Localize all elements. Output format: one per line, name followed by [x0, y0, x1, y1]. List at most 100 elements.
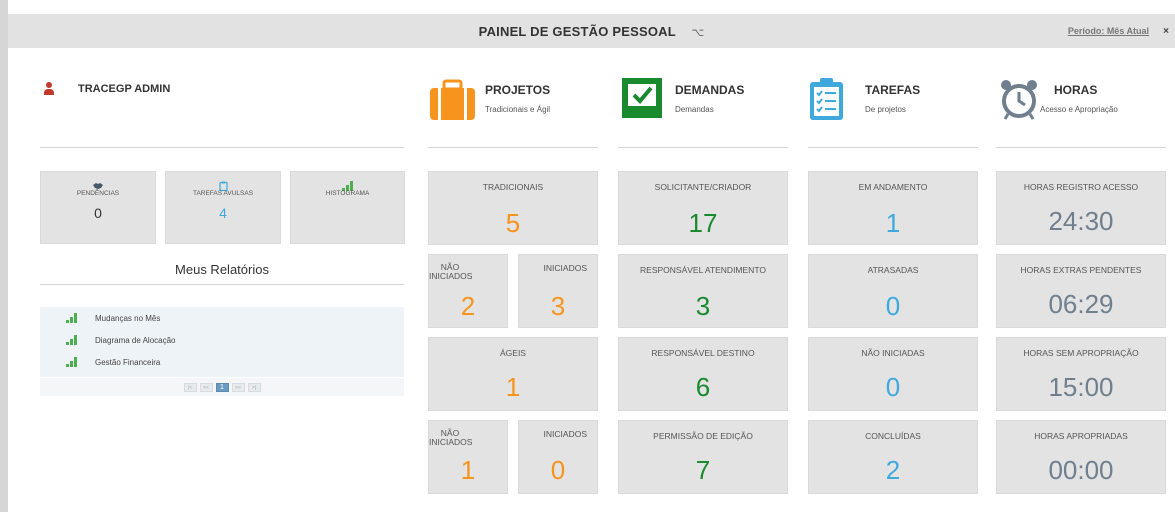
user-name: TRACEGP ADMIN	[78, 83, 171, 95]
tile-value: 5	[505, 208, 521, 238]
divider	[618, 147, 788, 148]
section-title: TAREFAS	[865, 83, 921, 97]
tarefa-tile[interactable]: EM ANDAMENTO 1	[808, 171, 978, 245]
tile-label: ÁGEIS	[500, 348, 526, 358]
bar-chart-icon	[66, 357, 77, 367]
report-item[interactable]: Gestão Financeira	[40, 351, 404, 373]
ageis-iniciados-tile[interactable]: INICIADOS 0	[518, 420, 598, 494]
section-projetos[interactable]: PROJETOS Tradicionais e Ágil	[430, 78, 550, 120]
trad-nao-iniciados-tile[interactable]: NÃO INICIADOS 2	[428, 254, 508, 328]
section-title: DEMANDAS	[675, 83, 745, 97]
tile-label: NÃO INICIADOS	[429, 262, 473, 281]
left-frame-strip	[0, 0, 8, 512]
tarefa-tile[interactable]: ATRASADAS 0	[808, 254, 978, 328]
section-subtitle: Acesso e Apropriação	[1040, 105, 1118, 114]
reports-pager: |< << 1 >> >|	[40, 378, 404, 396]
report-item-label: Diagrama de Alocação	[95, 335, 176, 345]
pendencias-value: 0	[94, 205, 102, 221]
hora-tile[interactable]: HORAS APROPRIADAS 00:00	[996, 420, 1166, 494]
tile-value: 0	[885, 372, 901, 402]
section-subtitle: Demandas	[675, 105, 714, 114]
clipboard-icon	[166, 178, 280, 192]
report-item-label: Mudanças no Mês	[95, 313, 161, 323]
pendencias-tile[interactable]: PENDÊNCIAS 0	[40, 171, 156, 244]
pendencias-label: PENDÊNCIAS	[76, 190, 120, 197]
close-icon[interactable]: ×	[1163, 26, 1169, 37]
tradicionais-tile[interactable]: TRADICIONAIS 5	[428, 171, 598, 245]
histograma-tile[interactable]: HISTOGRAMA	[290, 171, 405, 244]
tile-value: 2	[885, 455, 901, 485]
hora-tile[interactable]: HORAS EXTRAS PENDENTES 06:29	[996, 254, 1166, 328]
tile-label: HORAS APROPRIADAS	[1034, 431, 1128, 441]
demanda-tile[interactable]: RESPONSÁVEL ATENDIMENTO 3	[618, 254, 788, 328]
tile-value: 6	[695, 372, 711, 402]
reports-title: Meus Relatórios	[175, 262, 269, 277]
tile-value: 2	[460, 291, 476, 321]
section-subtitle: De projetos	[865, 105, 906, 114]
section-title: PROJETOS	[485, 83, 551, 97]
tile-label: HORAS EXTRAS PENDENTES	[1020, 265, 1142, 275]
section-tarefas[interactable]: TAREFAS De projetos	[810, 78, 920, 120]
ageis-tile[interactable]: ÁGEIS 1	[428, 337, 598, 411]
tile-label: CONCLUÍDAS	[865, 431, 921, 441]
trad-iniciados-tile[interactable]: INICIADOS 3	[518, 254, 598, 328]
demanda-tile[interactable]: SOLICITANTE/CRIADOR 17	[618, 171, 788, 245]
demanda-tile[interactable]: RESPONSÁVEL DESTINO 6	[618, 337, 788, 411]
pager-first-button[interactable]: |<	[183, 382, 197, 392]
task-clipboard-icon	[810, 78, 843, 120]
tile-value: 1	[885, 208, 901, 238]
histograma-label: HISTOGRAMA	[325, 190, 370, 197]
divider	[40, 147, 404, 148]
bar-chart-icon	[66, 335, 77, 345]
tile-label: INICIADOS	[543, 429, 587, 439]
section-horas[interactable]: HORAS Acesso e Apropriação	[1000, 78, 1118, 120]
tile-value: 7	[695, 455, 711, 485]
pager-page-button[interactable]: 1	[215, 382, 229, 392]
demanda-tile[interactable]: PERMISSÃO DE EDIÇÃO 7	[618, 420, 788, 494]
page-title: PAINEL DE GESTÃO PESSOAL ⌥	[8, 24, 1175, 39]
tile-value: 0	[885, 291, 901, 321]
pager-prev-button[interactable]: <<	[199, 382, 213, 392]
bar-chart-icon	[291, 178, 404, 191]
hora-tile[interactable]: HORAS REGISTRO ACESSO 24:30	[996, 171, 1166, 245]
divider	[40, 284, 404, 285]
ageis-nao-iniciados-tile[interactable]: NÃO INICIADOS 1	[428, 420, 508, 494]
report-item-label: Gestão Financeira	[95, 357, 161, 367]
tarefa-tile[interactable]: CONCLUÍDAS 2	[808, 420, 978, 494]
tile-value: 1	[505, 372, 521, 402]
tarefas-avulsas-value: 4	[219, 205, 227, 221]
hora-tile[interactable]: HORAS SEM APROPRIAÇÃO 15:00	[996, 337, 1166, 411]
divider	[428, 147, 598, 148]
tile-label: TRADICIONAIS	[482, 182, 544, 192]
page-title-text: PAINEL DE GESTÃO PESSOAL	[478, 24, 676, 39]
handshake-icon	[41, 178, 155, 189]
report-item[interactable]: Diagrama de Alocação	[40, 329, 404, 351]
tile-label: PERMISSÃO DE EDIÇÃO	[653, 431, 753, 441]
title-bar: PAINEL DE GESTÃO PESSOAL ⌥ Período: Mês …	[8, 14, 1175, 48]
tile-label: NÃO INICIADOS	[429, 428, 473, 447]
tile-label: INICIADOS	[543, 263, 587, 273]
report-item[interactable]: Mudanças no Mês	[40, 307, 404, 329]
section-demandas[interactable]: DEMANDAS Demandas	[622, 78, 744, 118]
alarm-clock-icon	[1001, 80, 1037, 120]
tarefas-avulsas-tile[interactable]: TAREFAS AVULSAS 4	[165, 171, 281, 244]
tarefa-tile[interactable]: NÃO INICIADAS 0	[808, 337, 978, 411]
period-link[interactable]: Período: Mês Atual	[1068, 26, 1149, 36]
section-subtitle: Tradicionais e Ágil	[485, 105, 551, 114]
user-header: TRACEGP ADMIN	[44, 82, 170, 96]
tile-value: 24:30	[1048, 206, 1114, 236]
user-icon	[44, 82, 54, 96]
refresh-icon[interactable]: ⌥	[691, 27, 704, 39]
briefcase-icon	[430, 79, 475, 120]
tile-label: SOLICITANTE/CRIADOR	[654, 182, 752, 192]
pager-last-button[interactable]: >|	[247, 382, 261, 392]
tile-label: HORAS SEM APROPRIAÇÃO	[1023, 348, 1139, 358]
section-title: HORAS	[1054, 83, 1098, 97]
tile-value: 3	[695, 291, 711, 321]
tile-label: EM ANDAMENTO	[858, 182, 928, 192]
tile-value: 15:00	[1048, 372, 1114, 402]
tile-label: HORAS REGISTRO ACESSO	[1023, 182, 1139, 192]
tile-value: 17	[688, 208, 718, 238]
tile-value: 06:29	[1048, 289, 1114, 319]
pager-next-button[interactable]: >>	[231, 382, 245, 392]
